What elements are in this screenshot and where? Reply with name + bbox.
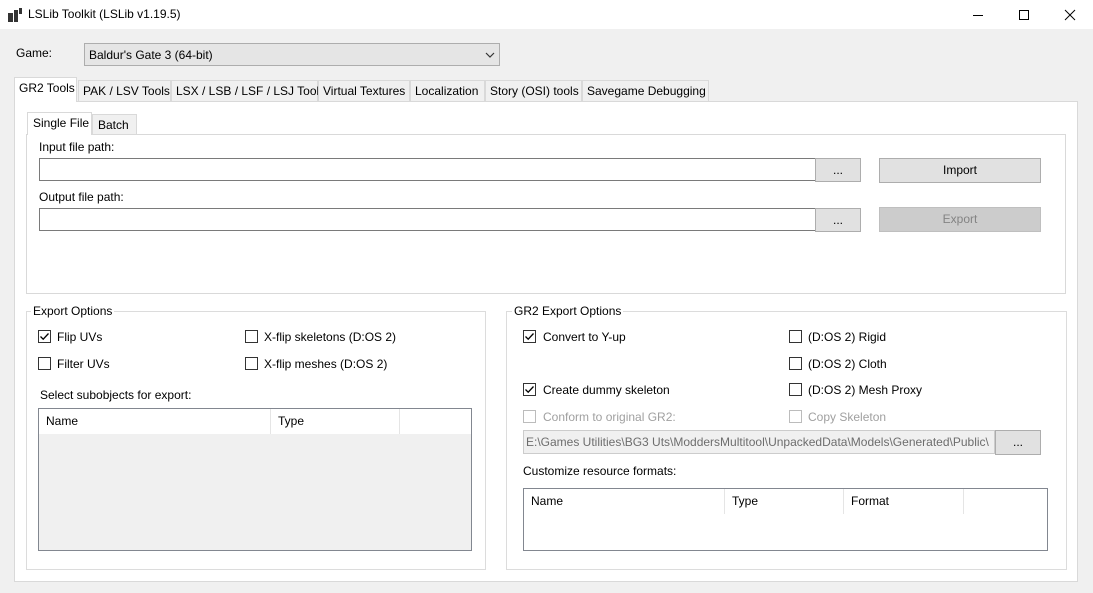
chevron-down-icon [485, 52, 495, 58]
rigid-label: (D:OS 2) Rigid [808, 330, 887, 344]
conform-path-field[interactable]: E:\Games Utilities\BG3 Uts\ModdersMultit… [523, 430, 995, 454]
create-dummy-skeleton-checkbox[interactable] [523, 383, 536, 396]
window-title: LSLib Toolkit (LSLib v1.19.5) [28, 7, 181, 21]
flip-uvs-checkbox[interactable] [38, 330, 51, 343]
column-header-empty [964, 489, 1047, 514]
rigid-checkbox[interactable] [789, 330, 802, 343]
column-header-format[interactable]: Format [844, 489, 964, 514]
subtab-single-file[interactable]: Single File [27, 112, 92, 135]
column-header-type[interactable]: Type [271, 409, 400, 434]
check-icon [525, 386, 534, 394]
check-icon [40, 333, 49, 341]
column-header-empty [400, 409, 471, 434]
subobjects-list-header: Name Type [39, 409, 471, 434]
copy-skeleton-checkbox[interactable] [789, 410, 802, 423]
export-options-title: Export Options [31, 304, 115, 318]
tab-gr2-tools[interactable]: GR2 Tools [14, 77, 77, 102]
game-select-value: Baldur's Gate 3 (64-bit) [89, 48, 213, 62]
filter-uvs-label: Filter UVs [57, 357, 110, 371]
copy-skeleton-label: Copy Skeleton [808, 410, 887, 424]
close-button[interactable] [1047, 0, 1093, 29]
tab-virtual-textures[interactable]: Virtual Textures [318, 80, 410, 101]
input-path-label: Input file path: [39, 140, 115, 154]
tab-localization[interactable]: Localization [410, 80, 485, 101]
convert-yup-checkbox[interactable] [523, 330, 536, 343]
output-path-label: Output file path: [39, 190, 124, 204]
conform-checkbox[interactable] [523, 410, 536, 423]
column-header-type[interactable]: Type [725, 489, 844, 514]
conform-browse-button[interactable]: ... [995, 430, 1041, 455]
output-browse-button[interactable]: ... [815, 208, 861, 232]
input-browse-button[interactable]: ... [815, 158, 861, 182]
xflip-skeletons-label: X-flip skeletons (D:OS 2) [264, 330, 397, 344]
close-icon [1064, 9, 1076, 20]
cloth-label: (D:OS 2) Cloth [808, 357, 887, 371]
game-label: Game: [16, 46, 53, 60]
subobjects-list[interactable]: Name Type [38, 408, 472, 551]
xflip-skeletons-checkbox[interactable] [245, 330, 258, 343]
maximize-button[interactable] [1001, 0, 1047, 29]
maximize-icon [1019, 9, 1029, 20]
column-header-name[interactable]: Name [39, 409, 271, 434]
xflip-meshes-checkbox[interactable] [245, 357, 258, 370]
conform-label: Conform to original GR2: [543, 410, 676, 424]
check-icon [525, 333, 534, 341]
mesh-proxy-label: (D:OS 2) Mesh Proxy [808, 383, 923, 397]
resource-formats-list[interactable]: Name Type Format [523, 488, 1048, 551]
gr2-export-options-title: GR2 Export Options [512, 304, 624, 318]
import-button[interactable]: Import [879, 158, 1041, 183]
column-header-name[interactable]: Name [524, 489, 725, 514]
create-dummy-skeleton-label: Create dummy skeleton [543, 383, 670, 397]
game-select[interactable]: Baldur's Gate 3 (64-bit) [84, 43, 500, 66]
filter-uvs-checkbox[interactable] [38, 357, 51, 370]
tab-savegame-debugging[interactable]: Savegame Debugging [582, 80, 709, 101]
subtab-batch[interactable]: Batch [92, 114, 137, 134]
resource-formats-list-header: Name Type Format [524, 489, 1047, 514]
resource-formats-label: Customize resource formats: [523, 464, 677, 478]
cloth-checkbox[interactable] [789, 357, 802, 370]
tab-story-osi-tools[interactable]: Story (OSI) tools [485, 80, 582, 101]
minimize-button[interactable] [955, 0, 1001, 29]
tab-lsx-lsb-lsf-lsj-tools[interactable]: LSX / LSB / LSF / LSJ Tools [171, 80, 325, 101]
export-button[interactable]: Export [879, 207, 1041, 232]
app-icon [8, 8, 22, 22]
flip-uvs-label: Flip UVs [57, 330, 103, 344]
subobjects-label: Select subobjects for export: [40, 388, 192, 402]
mesh-proxy-checkbox[interactable] [789, 383, 802, 396]
minimize-icon [973, 14, 983, 16]
conform-path-value: E:\Games Utilities\BG3 Uts\ModdersMultit… [526, 435, 989, 449]
output-path-field[interactable] [39, 208, 816, 231]
convert-yup-label: Convert to Y-up [543, 330, 626, 344]
tab-pak-lsv-tools[interactable]: PAK / LSV Tools [78, 80, 171, 101]
input-path-field[interactable] [39, 158, 816, 181]
xflip-meshes-label: X-flip meshes (D:OS 2) [264, 357, 388, 371]
